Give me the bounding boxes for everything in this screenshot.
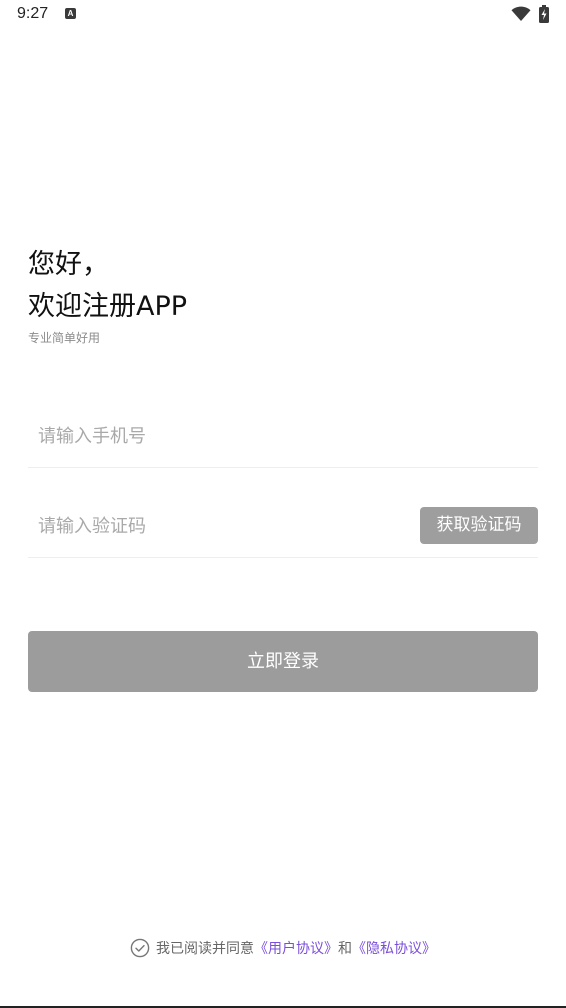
battery-charging-icon — [539, 5, 549, 23]
greeting-line-hello: 您好， — [28, 249, 109, 280]
app-subtitle: 专业简单好用 — [28, 331, 101, 345]
user-agreement-link[interactable]: 《用户协议》 — [254, 941, 338, 957]
status-bar: 9:27 A — [0, 0, 566, 28]
agreement-conjunction: 和 — [338, 941, 352, 957]
login-button[interactable]: 立即登录 — [28, 631, 538, 692]
privacy-policy-link[interactable]: 《隐私协议》 — [352, 941, 436, 957]
verification-code-input[interactable] — [38, 511, 398, 541]
wifi-icon — [511, 6, 531, 21]
get-code-button[interactable]: 获取验证码 — [420, 507, 538, 544]
greeting-title: 您好， 欢迎注册APP — [28, 244, 187, 328]
phone-field-row — [28, 407, 538, 468]
status-time: 9:27 — [17, 5, 49, 22]
agreement-checkbox-icon[interactable] — [130, 938, 150, 958]
agreement-row: 我已阅读并同意《用户协议》和《隐私协议》 — [0, 937, 566, 961]
phone-input[interactable] — [38, 421, 398, 451]
agreement-prefix: 我已阅读并同意 — [156, 941, 254, 957]
notification-a-icon: A — [65, 8, 76, 19]
code-field-row: 获取验证码 — [28, 497, 538, 558]
greeting-line-welcome: 欢迎注册APP — [28, 291, 188, 322]
